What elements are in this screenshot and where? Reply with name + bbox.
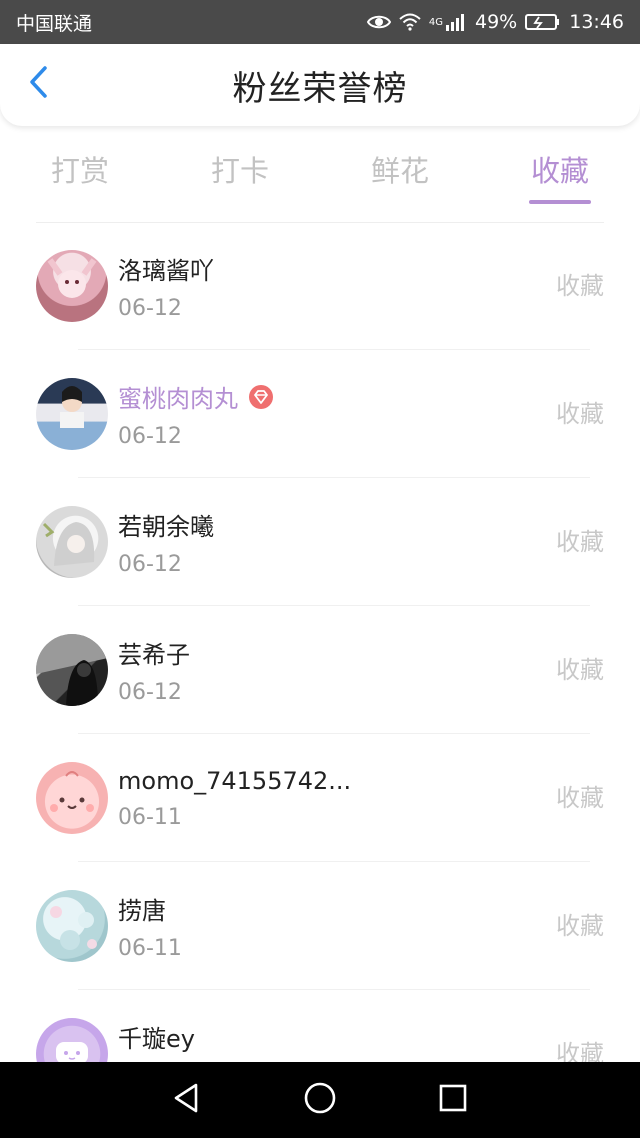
battery-icon [525, 13, 561, 31]
tab-underline [49, 200, 111, 204]
battery-percent: 49% [475, 11, 518, 33]
list-item[interactable]: momo_74155742... 06-11 收藏 [0, 734, 640, 862]
favorite-action[interactable]: 收藏 [556, 650, 604, 685]
user-name-text: 捞唐 [118, 897, 166, 925]
tab-bar: 打赏 打卡 鲜花 收藏 [0, 140, 640, 210]
list-item[interactable]: 千璇ey 06-11 收藏 [0, 990, 640, 1062]
user-name-text: 芸希子 [118, 641, 190, 669]
list-item[interactable]: 捞唐 06-11 收藏 [0, 862, 640, 990]
wifi-icon [399, 13, 421, 31]
triangle-back-icon [172, 1082, 202, 1118]
list-item[interactable]: 洛璃酱吖 06-12 收藏 [0, 222, 640, 350]
favorite-action[interactable]: 收藏 [556, 1034, 604, 1062]
favorite-action[interactable]: 收藏 [556, 394, 604, 429]
list-item[interactable]: 若朝余曦 06-12 收藏 [0, 478, 640, 606]
nav-recents-button[interactable] [431, 1078, 475, 1122]
avatar[interactable] [36, 506, 108, 578]
user-name-text: momo_74155742... [118, 766, 352, 795]
tab-favorites[interactable]: 收藏 [480, 140, 640, 210]
user-name-text: 蜜桃肉肉丸 [118, 385, 238, 413]
back-button[interactable] [18, 64, 58, 104]
list-item[interactable]: 芸希子 06-12 收藏 [0, 606, 640, 734]
avatar[interactable] [36, 634, 108, 706]
list-item[interactable]: 蜜桃肉肉丸 06-12 收藏 [0, 350, 640, 478]
carrier-label: 中国联通 [16, 12, 93, 35]
square-recents-icon [438, 1083, 468, 1117]
tab-label: 收藏 [530, 154, 589, 188]
tab-label: 打赏 [50, 154, 109, 188]
favorite-action[interactable]: 收藏 [556, 266, 604, 301]
header: 粉丝荣誉榜 [0, 44, 640, 126]
favorite-action[interactable]: 收藏 [556, 906, 604, 941]
tab-flowers[interactable]: 鲜花 [320, 140, 480, 210]
tab-underline-active [529, 200, 591, 204]
tab-underline [209, 200, 271, 204]
user-name-text: 千璇ey [118, 1025, 195, 1053]
diamond-badge-icon [248, 384, 274, 410]
user-name-text: 若朝余曦 [118, 513, 214, 541]
user-name-text: 洛璃酱吖 [118, 257, 214, 285]
tab-label: 打卡 [210, 154, 269, 188]
favorite-action[interactable]: 收藏 [556, 522, 604, 557]
avatar[interactable] [36, 1018, 108, 1062]
nav-back-button[interactable] [165, 1078, 209, 1122]
avatar[interactable] [36, 890, 108, 962]
avatar[interactable] [36, 762, 108, 834]
status-icons: 4G 49% 13:46 [366, 11, 624, 33]
eye-icon [366, 14, 391, 30]
tab-checkin[interactable]: 打卡 [160, 140, 320, 210]
tab-underline [369, 200, 431, 204]
system-nav-bar [0, 1062, 640, 1138]
network-type: 4G [428, 16, 443, 28]
fan-list: 洛璃酱吖 06-12 收藏 蜜桃肉肉丸 06-12 收藏 若朝余曦 06-12 [0, 222, 640, 1062]
tab-label: 鲜花 [370, 154, 429, 188]
status-bar: 中国联通 4G 49% 13:46 [0, 0, 640, 44]
signal-icon: 4G [429, 13, 467, 31]
clock: 13:46 [569, 11, 624, 33]
avatar[interactable] [36, 250, 108, 322]
page-title: 粉丝荣誉榜 [232, 68, 408, 109]
chevron-left-icon [27, 65, 49, 103]
nav-home-button[interactable] [298, 1078, 342, 1122]
avatar[interactable] [36, 378, 108, 450]
tab-reward[interactable]: 打赏 [0, 140, 160, 210]
favorite-action[interactable]: 收藏 [556, 778, 604, 813]
circle-home-icon [303, 1081, 337, 1119]
